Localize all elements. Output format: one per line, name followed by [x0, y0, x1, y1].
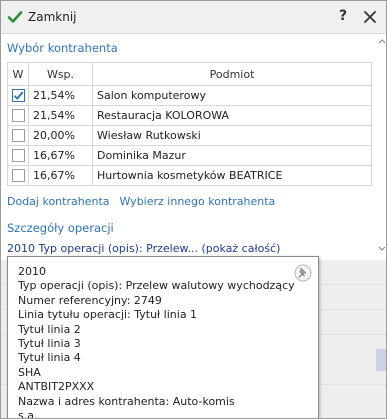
chevron-up-icon[interactable] — [378, 38, 386, 44]
background-selection — [376, 349, 386, 371]
row-podmiot: Wiesław Rutkowski — [92, 125, 372, 146]
row-podmiot: Dominika Mazur — [92, 145, 372, 166]
operation-summary[interactable]: 2010 Typ operacji (opis): Przelew... (po… — [7, 242, 280, 255]
tooltip-lines: 2010 Typ operacji (opis): Przelew waluto… — [18, 265, 295, 419]
show-all-link[interactable]: (pokaż całość) — [201, 242, 280, 255]
checkmark-icon[interactable] — [7, 9, 23, 25]
tooltip-line: ANTBIT2PXXX — [18, 380, 95, 394]
chevron-down-icon[interactable] — [378, 246, 386, 252]
table-row[interactable]: 16,67% Dominika Mazur — [7, 145, 372, 166]
row-podmiot: Salon komputerowy — [92, 85, 372, 106]
row-checkbox[interactable] — [12, 89, 25, 103]
row-wsp: 16,67% — [28, 145, 93, 166]
help-button[interactable]: ? — [336, 8, 350, 24]
tooltip-line: Nazwa i adres kontrahenta: Auto-komis — [18, 394, 235, 408]
contractor-section-title: Wybór kontrahenta — [7, 41, 118, 55]
row-checkbox[interactable] — [12, 109, 25, 123]
details-section-title: Szczegóły operacji — [7, 221, 114, 235]
row-wsp: 21,54% — [28, 105, 93, 126]
tooltip-line: Typ operacji (opis): Przelew walutowy wy… — [18, 279, 295, 293]
dialog-content: Wybór kontrahenta W Wsp. Podmiot 21,54% … — [1, 34, 376, 260]
table-row[interactable]: 21,54% Restauracja KOLOROWA — [7, 105, 372, 126]
table-row[interactable]: 16,67% Hurtownia kosmetyków BEATRICE — [7, 165, 372, 186]
tooltip-line: Tytuł linia 3 — [18, 336, 81, 350]
row-podmiot: Hurtownia kosmetyków BEATRICE — [92, 165, 372, 186]
row-wsp: 21,54% — [28, 85, 93, 106]
row-wsp: 20,00% — [28, 125, 93, 146]
contractor-table: W Wsp. Podmiot 21,54% Salon komputerowy … — [7, 62, 372, 186]
checkmark-icon — [13, 91, 24, 101]
tooltip-line: s.a. — [18, 408, 38, 419]
operation-dialog: Zamknij ? Wybór kontrahenta W Wsp. Podmi… — [0, 0, 387, 419]
tooltip-line: 2010 — [18, 265, 46, 278]
choose-other-contractor-link[interactable]: Wybierz innego kontrahenta — [120, 195, 276, 208]
title-bar: Zamknij ? — [1, 1, 386, 34]
close-action-label[interactable]: Zamknij — [28, 10, 77, 24]
tooltip-line: Linia tytułu operacji: Tytuł linia 1 — [18, 308, 198, 322]
table-row[interactable]: 20,00% Wiesław Rutkowski — [7, 125, 372, 146]
pin-icon[interactable] — [294, 264, 312, 282]
column-header-w[interactable]: W — [7, 62, 29, 86]
table-header-row: W Wsp. Podmiot — [7, 62, 372, 86]
vertical-scrollbar[interactable] — [377, 34, 386, 260]
row-podmiot: Restauracja KOLOROWA — [92, 105, 372, 126]
row-checkbox[interactable] — [12, 129, 25, 143]
row-checkbox[interactable] — [12, 149, 25, 163]
tooltip-line: Tytuł linia 2 — [18, 322, 81, 336]
row-wsp: 16,67% — [28, 165, 93, 186]
operation-details-tooltip: 2010 Typ operacji (opis): Przelew waluto… — [7, 256, 319, 419]
tooltip-line: SHA — [18, 365, 41, 379]
row-checkbox[interactable] — [12, 169, 25, 183]
column-header-wsp[interactable]: Wsp. — [28, 62, 93, 86]
tooltip-line: Numer referencyjny: 2749 — [18, 293, 162, 307]
contractor-links: Dodaj kontrahenta Wybierz innego kontrahe… — [7, 195, 275, 208]
operation-summary-text: 2010 Typ operacji (opis): Przelew... — [7, 242, 198, 255]
tooltip-line: Tytuł linia 4 — [18, 351, 81, 365]
close-icon[interactable] — [362, 9, 378, 25]
add-contractor-link[interactable]: Dodaj kontrahenta — [7, 195, 110, 208]
table-row[interactable]: 21,54% Salon komputerowy — [7, 85, 372, 106]
column-header-podmiot[interactable]: Podmiot — [92, 62, 372, 86]
